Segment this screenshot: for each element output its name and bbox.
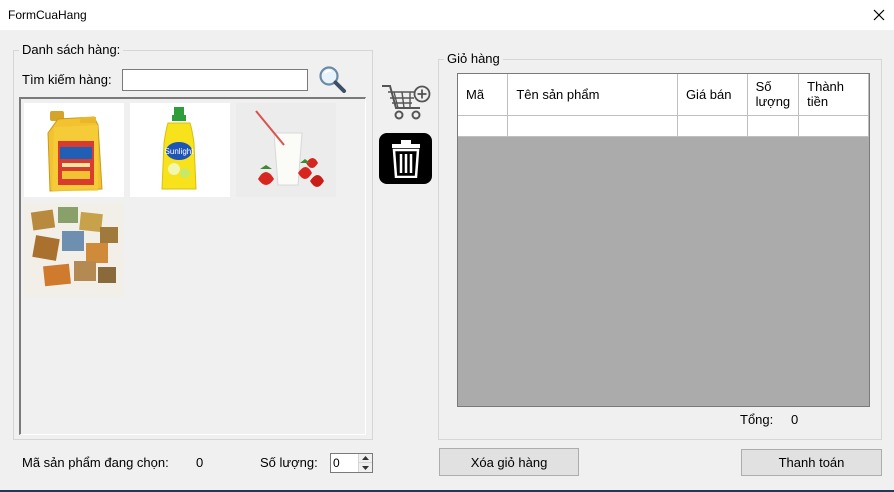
- stepper-buttons: [358, 454, 372, 472]
- column-header-total[interactable]: Thành tiền: [798, 74, 869, 116]
- column-header-price[interactable]: Giá bán: [677, 74, 748, 116]
- search-label: Tìm kiếm hàng:: [22, 72, 112, 87]
- main-window: FormCuaHang Danh sách hàng: Tìm kiếm hàn…: [0, 0, 894, 492]
- product-milk-strawberry[interactable]: [236, 103, 336, 197]
- table-cell[interactable]: [458, 115, 509, 137]
- milk-strawberry-image: [236, 103, 336, 197]
- table-cell[interactable]: [747, 115, 800, 137]
- soap-bars-image: [24, 203, 124, 297]
- caret-up-icon: [362, 456, 369, 460]
- cart-table: Mã Tên sản phẩm Giá bán Số lượng Thành t…: [458, 74, 869, 137]
- delete-button[interactable]: [379, 133, 432, 184]
- search-icon[interactable]: [316, 64, 348, 96]
- cart-grid[interactable]: Mã Tên sản phẩm Giá bán Số lượng Thành t…: [457, 73, 870, 407]
- column-header-code[interactable]: Mã: [458, 74, 509, 116]
- column-header-quantity[interactable]: Số lượng: [747, 74, 800, 116]
- table-cell[interactable]: [677, 115, 748, 137]
- product-dish-soap[interactable]: Sunlight: [130, 103, 230, 197]
- selected-product-value: 0: [196, 455, 204, 470]
- column-header-product-name[interactable]: Tên sản phẩm: [507, 74, 678, 116]
- cart-header-row: Mã Tên sản phẩm Giá bán Số lượng Thành t…: [458, 74, 869, 116]
- close-button[interactable]: [864, 0, 894, 30]
- title-bar: FormCuaHang: [0, 0, 894, 30]
- search-input[interactable]: [122, 69, 308, 91]
- selected-product-label: Mã sản phẩm đang chọn:: [22, 455, 169, 470]
- cart-add-icon[interactable]: [380, 80, 432, 122]
- product-panel: Sunlight: [19, 97, 366, 435]
- product-list-group-label: Danh sách hàng:: [19, 42, 124, 57]
- stepper-down-button[interactable]: [359, 463, 372, 472]
- product-soap-bars[interactable]: [24, 203, 124, 297]
- quantity-label: Số lượng:: [260, 455, 318, 470]
- dish-soap-image: Sunlight: [161, 107, 197, 190]
- total-label: Tổng:: [740, 412, 774, 427]
- quantity-stepper[interactable]: 0: [330, 453, 373, 473]
- cooking-oil-image: [47, 111, 103, 192]
- close-icon: [873, 9, 885, 21]
- table-cell[interactable]: [507, 115, 678, 137]
- window-title: FormCuaHang: [8, 8, 87, 22]
- quantity-value[interactable]: 0: [333, 456, 340, 470]
- table-row[interactable]: [458, 115, 869, 137]
- stepper-up-button[interactable]: [359, 454, 372, 463]
- svg-text:Sunlight: Sunlight: [165, 147, 195, 156]
- trash-icon: [391, 139, 420, 178]
- table-cell[interactable]: [798, 115, 869, 137]
- cart-group-label: Giỏ hàng: [444, 51, 503, 66]
- checkout-button[interactable]: Thanh toán: [741, 449, 882, 476]
- product-cooking-oil[interactable]: [24, 103, 124, 197]
- total-value: 0: [791, 412, 799, 427]
- clear-cart-button[interactable]: Xóa giỏ hàng: [439, 448, 579, 476]
- caret-down-icon: [362, 465, 369, 470]
